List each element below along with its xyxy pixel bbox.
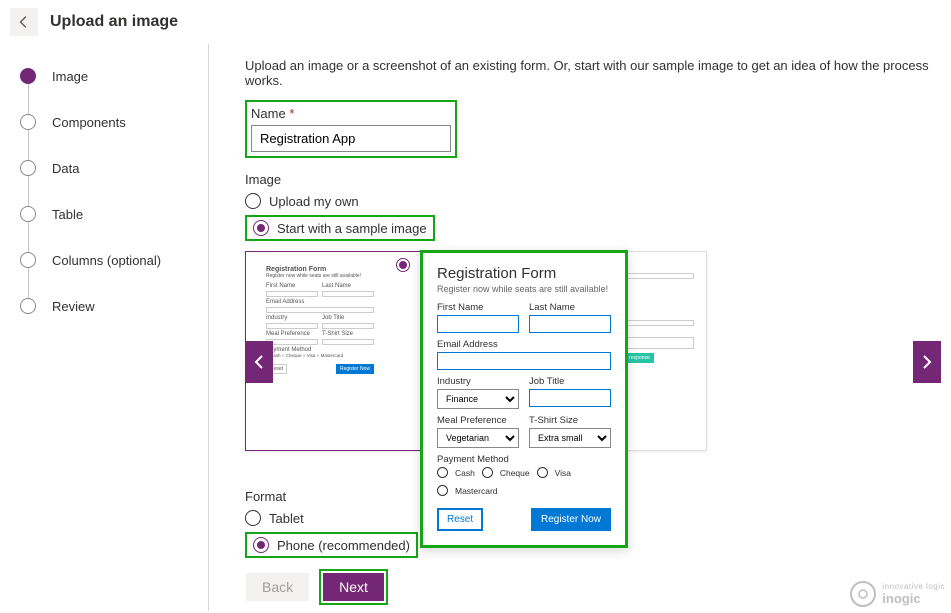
radio-icon — [482, 467, 493, 478]
radio-icon — [245, 510, 261, 526]
carousel-prev-button[interactable] — [245, 341, 273, 383]
wizard-steps: Image Components Data Table Columns (opt… — [0, 44, 208, 611]
step-label: Table — [52, 207, 83, 222]
step-dot-icon — [20, 68, 36, 84]
card-radio-icon — [396, 258, 410, 272]
required-asterisk: * — [289, 106, 294, 121]
radio-cash[interactable]: Cash — [437, 467, 475, 478]
back-icon-button[interactable] — [10, 8, 38, 36]
label-industry: Industry — [437, 376, 519, 387]
input-first-name[interactable] — [437, 315, 519, 333]
radio-visa[interactable]: Visa — [537, 467, 571, 478]
select-tshirt[interactable]: Extra small — [529, 428, 611, 448]
input-last-name[interactable] — [529, 315, 611, 333]
select-meal[interactable]: Vegetarian — [437, 428, 519, 448]
watermark-brand: inogic — [882, 591, 945, 606]
intro-text: Upload an image or a screenshot of an ex… — [245, 58, 951, 88]
step-dot-icon — [20, 298, 36, 314]
form-subtitle: Register now while seats are still avail… — [437, 284, 611, 294]
radio-mastercard[interactable]: Mastercard — [437, 485, 498, 496]
input-job-title[interactable] — [529, 389, 611, 407]
label-meal: Meal Preference — [437, 415, 519, 426]
image-section-label: Image — [245, 172, 951, 187]
highlight-name-field: Name * — [245, 100, 457, 158]
name-label: Name * — [251, 106, 451, 121]
register-now-button[interactable]: Register Now — [531, 508, 611, 531]
watermark-logo: innovative logic inogic — [850, 581, 945, 607]
step-image[interactable]: Image — [20, 68, 208, 84]
reset-button[interactable]: Reset — [437, 508, 483, 531]
radio-icon — [253, 537, 269, 553]
card-title: Registration Form — [266, 266, 374, 273]
radio-icon — [537, 467, 548, 478]
select-industry[interactable]: Finance — [437, 389, 519, 409]
step-table[interactable]: Table — [20, 206, 208, 222]
radio-phone[interactable]: Phone (recommended) — [253, 537, 410, 553]
label-payment: Payment Method — [437, 454, 611, 465]
carousel-next-button[interactable] — [913, 341, 941, 383]
watermark-icon — [850, 581, 876, 607]
step-dot-icon — [20, 160, 36, 176]
arrow-left-icon — [17, 15, 31, 29]
step-columns[interactable]: Columns (optional) — [20, 252, 208, 268]
label-last-name: Last Name — [529, 302, 611, 313]
chevron-left-icon — [254, 355, 264, 369]
step-dot-icon — [20, 252, 36, 268]
registration-form-preview: Registration Form Register now while sea… — [420, 250, 628, 548]
page-title: Upload an image — [50, 13, 178, 31]
step-data[interactable]: Data — [20, 160, 208, 176]
name-input[interactable] — [251, 125, 451, 152]
radio-label: Tablet — [269, 511, 304, 526]
back-button[interactable]: Back — [246, 573, 309, 601]
card-subtitle: Register now while seats are still avail… — [266, 273, 374, 279]
label-tshirt: T-Shirt Size — [529, 415, 611, 426]
input-email[interactable] — [437, 352, 611, 370]
radio-label: Start with a sample image — [277, 221, 427, 236]
radio-label: Upload my own — [269, 194, 359, 209]
watermark-tag: innovative logic — [882, 582, 945, 591]
radio-icon — [253, 220, 269, 236]
step-label: Data — [52, 161, 79, 176]
card-register-btn: Register Now — [336, 364, 374, 374]
chevron-right-icon — [922, 355, 932, 369]
radio-icon — [437, 485, 448, 496]
radio-upload-own[interactable]: Upload my own — [245, 193, 951, 209]
step-dot-icon — [20, 206, 36, 222]
step-components[interactable]: Components — [20, 114, 208, 130]
highlight-phone-option: Phone (recommended) — [245, 532, 418, 558]
step-review[interactable]: Review — [20, 298, 208, 314]
step-label: Components — [52, 115, 126, 130]
highlight-next-btn: Next — [319, 569, 388, 605]
label-job-title: Job Title — [529, 376, 611, 387]
radio-cheque[interactable]: Cheque — [482, 467, 530, 478]
label-first-name: First Name — [437, 302, 519, 313]
next-button[interactable]: Next — [323, 573, 384, 601]
radio-label: Phone (recommended) — [277, 538, 410, 553]
radio-sample-image[interactable]: Start with a sample image — [253, 220, 427, 236]
step-label: Image — [52, 69, 88, 84]
radio-icon — [245, 193, 261, 209]
radio-icon — [437, 467, 448, 478]
step-dot-icon — [20, 114, 36, 130]
step-label: Review — [52, 299, 95, 314]
step-label: Columns (optional) — [52, 253, 161, 268]
highlight-sample-option: Start with a sample image — [245, 215, 435, 241]
form-title: Registration Form — [437, 265, 611, 282]
label-email: Email Address — [437, 339, 611, 350]
